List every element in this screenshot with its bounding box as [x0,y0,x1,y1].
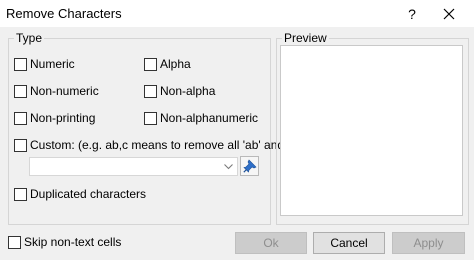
custom-checkbox-box[interactable] [14,138,27,152]
custom-label: Custom: (e.g. ab,c means to remove all '… [30,138,302,152]
apply-button[interactable]: Apply [392,232,465,254]
cancel-button[interactable]: Cancel [313,232,385,254]
non-alpha-checkbox[interactable]: Non-alpha [144,84,215,98]
duplicated-characters-checkbox-box[interactable] [14,187,27,201]
custom-characters-combo[interactable] [29,157,238,176]
pin-button[interactable] [240,156,259,176]
non-alpha-label: Non-alpha [160,84,216,98]
alpha-label: Alpha [160,57,191,71]
dialog-title: Remove Characters [6,6,122,21]
help-button[interactable]: ? [398,1,426,26]
non-numeric-checkbox-box[interactable] [14,84,27,98]
title-bar: Remove Characters ? [0,0,474,27]
help-label: ? [408,5,416,22]
skip-non-text-label: Skip non-text cells [24,235,122,249]
close-icon [443,8,455,19]
skip-non-text-checkbox-box[interactable] [8,235,21,249]
custom-checkbox[interactable]: Custom: (e.g. ab,c means to remove all '… [14,138,302,152]
skip-non-text-checkbox[interactable]: Skip non-text cells [8,235,121,249]
cancel-button-label: Cancel [330,236,368,250]
non-numeric-checkbox[interactable]: Non-numeric [14,84,99,98]
duplicated-characters-label: Duplicated characters [30,187,147,201]
close-button[interactable] [432,1,466,26]
numeric-checkbox[interactable]: Numeric [14,57,75,71]
non-alphanumeric-checkbox-box[interactable] [144,111,157,125]
non-alphanumeric-label: Non-alphanumeric [160,111,259,125]
type-group-label: Type [14,31,45,45]
duplicated-characters-checkbox[interactable]: Duplicated characters [14,187,146,201]
chevron-down-icon [224,163,233,169]
non-alphanumeric-checkbox[interactable]: Non-alphanumeric [144,111,258,125]
preview-area [280,45,463,216]
non-alpha-checkbox-box[interactable] [144,84,157,98]
numeric-label: Numeric [30,57,75,71]
pin-icon [242,159,257,173]
remove-characters-dialog: Remove Characters ? Type Numeric Alpha N… [0,0,474,260]
non-printing-label: Non-printing [30,111,96,125]
ok-button[interactable]: Ok [235,232,307,254]
preview-group-label: Preview [282,31,329,45]
apply-button-label: Apply [413,236,444,250]
combo-dropdown-button[interactable] [221,159,236,174]
alpha-checkbox[interactable]: Alpha [144,57,191,71]
ok-button-label: Ok [263,236,279,250]
non-numeric-label: Non-numeric [30,84,99,98]
non-printing-checkbox[interactable]: Non-printing [14,111,95,125]
non-printing-checkbox-box[interactable] [14,111,27,125]
alpha-checkbox-box[interactable] [144,57,157,71]
numeric-checkbox-box[interactable] [14,57,27,71]
